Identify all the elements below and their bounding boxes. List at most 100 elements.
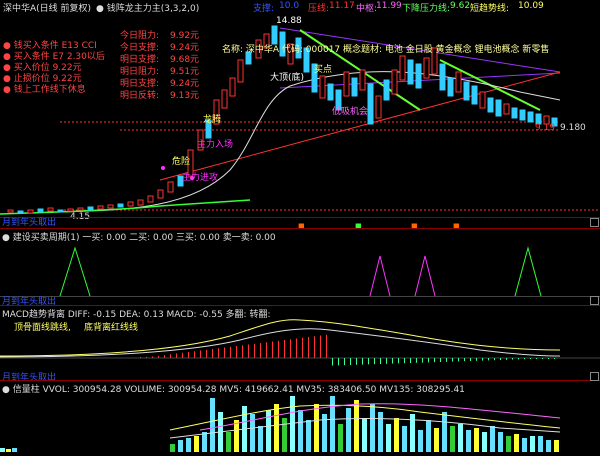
sub1-title[interactable]: 月到年头取出 bbox=[2, 215, 56, 228]
candle bbox=[511, 107, 518, 119]
candle bbox=[343, 71, 350, 97]
macd-bar bbox=[530, 358, 531, 359]
right-price-label: 9.180 bbox=[560, 123, 586, 133]
macd-bar bbox=[368, 358, 369, 365]
checkbox-icon-3[interactable] bbox=[590, 372, 599, 381]
volume-bar bbox=[210, 398, 215, 452]
separator-3 bbox=[0, 305, 600, 306]
volume-bar bbox=[194, 436, 199, 452]
candle bbox=[527, 111, 534, 123]
macd-bar bbox=[482, 358, 483, 361]
candle bbox=[7, 209, 14, 213]
macd-bar bbox=[506, 358, 507, 360]
buy-point-label: 买点 bbox=[314, 65, 333, 75]
separator-2 bbox=[0, 228, 600, 229]
big-top-label: 大顶(底) bbox=[270, 73, 305, 83]
volume-bar bbox=[482, 432, 487, 452]
sub3-title[interactable]: MACD趋势背离 DIFF: -0.15 DEA: 0.13 MACD: -0.… bbox=[2, 307, 270, 320]
candle bbox=[367, 83, 374, 125]
macd-bar bbox=[338, 358, 339, 366]
candle bbox=[471, 85, 478, 105]
macd-bar bbox=[452, 358, 453, 362]
volume-bar bbox=[538, 436, 543, 452]
candle bbox=[137, 199, 144, 206]
macd-bar bbox=[182, 352, 183, 358]
macd-bar bbox=[404, 358, 405, 364]
candle bbox=[391, 69, 398, 95]
volume-bar bbox=[450, 426, 455, 452]
macd-bar bbox=[302, 337, 303, 358]
candle bbox=[107, 204, 114, 209]
volume-bar bbox=[258, 426, 263, 452]
volume-bar bbox=[554, 440, 559, 452]
candle bbox=[407, 59, 414, 85]
macd-bar bbox=[308, 337, 309, 358]
candle bbox=[423, 57, 430, 79]
macd-bar bbox=[290, 339, 291, 358]
macd-bar bbox=[458, 358, 459, 362]
macd-bar bbox=[500, 358, 501, 360]
volume-bar bbox=[274, 404, 279, 452]
volume-bar bbox=[514, 434, 519, 452]
macd-bar bbox=[512, 358, 513, 360]
checkbox-icon-1[interactable] bbox=[590, 218, 599, 227]
macd-bar bbox=[494, 358, 495, 361]
macd-bar bbox=[176, 353, 177, 358]
macd-bar bbox=[428, 358, 429, 363]
macd-bar bbox=[524, 358, 525, 360]
volume-bar bbox=[12, 448, 17, 452]
macd-bar bbox=[374, 358, 375, 365]
peak-label: 14.88 bbox=[276, 16, 302, 26]
macd-bar bbox=[266, 342, 267, 358]
candle bbox=[495, 99, 502, 117]
volume-bar bbox=[234, 420, 239, 452]
volume-bar bbox=[370, 404, 375, 452]
macd-bar bbox=[554, 358, 555, 359]
tomorrow-reversal-value: 9.13元 bbox=[170, 91, 200, 101]
macd-bar bbox=[314, 336, 315, 358]
macd-note-2: 底背离红线线 bbox=[84, 323, 139, 333]
candle bbox=[463, 81, 470, 101]
candle bbox=[37, 208, 44, 213]
candle bbox=[237, 59, 244, 83]
sub4-title[interactable]: ● 信量柱 VVOL: 300954.28 VOLUME: 300954.28 … bbox=[2, 382, 465, 395]
volume-bar bbox=[506, 436, 511, 452]
macd-bar bbox=[398, 358, 399, 364]
left-panel-line-5: ● 钱上工作线下休息 bbox=[3, 85, 86, 95]
candle bbox=[399, 55, 406, 81]
volume-bar bbox=[282, 418, 287, 452]
macd-bar bbox=[362, 358, 363, 365]
tomorrow-reversal-label: 明日反转: bbox=[120, 91, 160, 101]
volume-bar bbox=[178, 440, 183, 452]
macd-bar bbox=[284, 340, 285, 358]
candle bbox=[503, 103, 510, 115]
candle bbox=[415, 63, 422, 89]
volume-bar bbox=[354, 400, 359, 452]
macd-bar bbox=[416, 358, 417, 363]
macd-bar bbox=[206, 349, 207, 358]
checkbox-icon-2[interactable] bbox=[590, 296, 599, 305]
candle bbox=[117, 203, 124, 208]
macd-bar bbox=[200, 350, 201, 358]
volume-bar bbox=[170, 444, 175, 452]
main-push-label: 主力进攻 bbox=[182, 173, 219, 183]
macd-bar bbox=[272, 341, 273, 358]
macd-bar bbox=[242, 345, 243, 358]
dragon-label: 龙腾 bbox=[203, 115, 222, 125]
volume-bar bbox=[426, 420, 431, 452]
macd-bar bbox=[518, 358, 519, 360]
volume-bar bbox=[458, 424, 463, 452]
sub2-title[interactable]: ● 建设买卖周期(1) 一买: 0.00 二买: 0.00 三买: 0.00 卖… bbox=[2, 230, 276, 243]
macd-bar bbox=[350, 358, 351, 365]
candle bbox=[479, 91, 486, 109]
macd-bar bbox=[488, 358, 489, 361]
volume-bar bbox=[306, 420, 311, 452]
macd-bar bbox=[410, 358, 411, 363]
volume-bar bbox=[186, 438, 191, 452]
volume-bar bbox=[298, 410, 303, 452]
candle bbox=[359, 69, 366, 91]
macd-bar bbox=[422, 358, 423, 363]
candle bbox=[383, 79, 390, 101]
macd-bar bbox=[332, 358, 333, 366]
separator-4 bbox=[0, 380, 600, 381]
